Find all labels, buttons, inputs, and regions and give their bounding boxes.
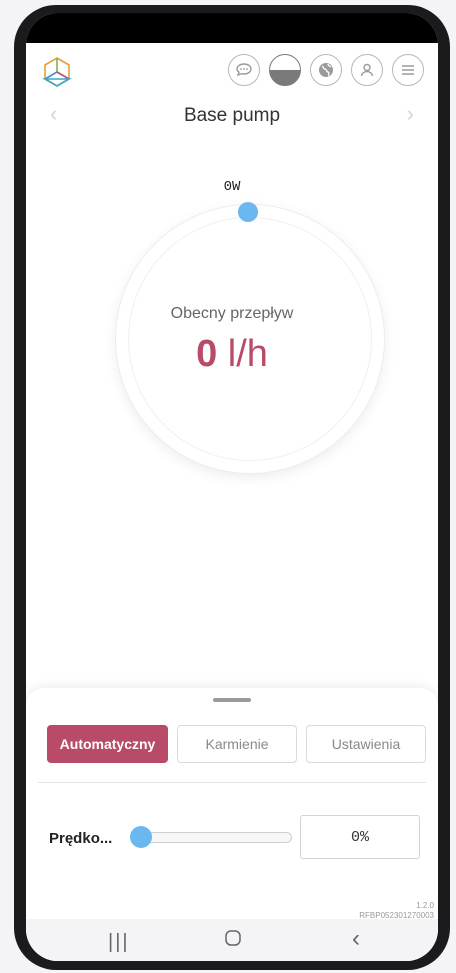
speed-label: Prędko... xyxy=(49,830,113,847)
speed-value-field[interactable]: 0% xyxy=(300,815,420,859)
system-nav-bar: ||| ‹ xyxy=(26,919,438,961)
half-circle-icon[interactable] xyxy=(269,54,301,86)
dial-knob[interactable] xyxy=(238,202,258,222)
speed-slider-knob[interactable] xyxy=(130,826,152,848)
tab-automatyczny[interactable]: Automatyczny xyxy=(47,725,168,763)
divider xyxy=(38,782,426,783)
app-logo-icon[interactable] xyxy=(40,55,74,89)
tab-karmienie[interactable]: Karmienie xyxy=(177,725,297,763)
user-icon[interactable] xyxy=(351,54,383,86)
mode-tabs: Automatyczny Karmienie Ustawienia xyxy=(47,725,426,763)
power-readout: 0W xyxy=(223,179,241,195)
chat-icon[interactable] xyxy=(228,54,260,86)
page-title: Base pump xyxy=(183,105,281,126)
app-screen: ‹ › Base pump 0W Obecny przepływ 0 l/h A… xyxy=(26,13,438,961)
version-info: 1.2.0 RFBP052301270003 xyxy=(359,901,434,921)
flow-number: 0 xyxy=(196,333,218,375)
flow-value: 0 l/h xyxy=(26,333,438,376)
header-icon-bar xyxy=(228,54,424,86)
flow-unit: l/h xyxy=(227,333,268,375)
flow-label: Obecny przepływ xyxy=(170,305,294,322)
phone-frame: ‹ › Base pump 0W Obecny przepływ 0 l/h A… xyxy=(14,5,450,970)
tab-ustawienia[interactable]: Ustawienia xyxy=(306,725,426,763)
menu-icon[interactable] xyxy=(392,54,424,86)
back-icon[interactable]: ‹ xyxy=(352,925,360,953)
sheet-drag-handle[interactable] xyxy=(213,698,251,702)
globe-icon[interactable] xyxy=(310,54,342,86)
recent-apps-icon[interactable]: ||| xyxy=(108,931,130,954)
speed-slider[interactable] xyxy=(132,832,292,843)
home-icon[interactable] xyxy=(224,929,242,953)
version-number: 1.2.0 xyxy=(416,901,434,910)
status-bar xyxy=(26,13,438,43)
